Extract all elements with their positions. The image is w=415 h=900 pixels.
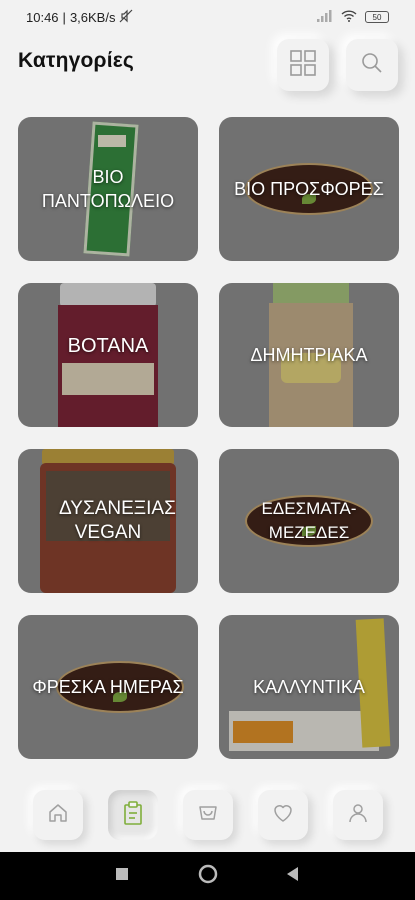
system-navigation-bar	[0, 852, 415, 900]
nav-profile-button[interactable]	[333, 790, 383, 840]
search-button[interactable]	[346, 39, 398, 91]
category-tile-edesmata-mezedes[interactable]: ΕΔΕΣΜΑΤΑ-ΜΕΖΕΔΕΣ	[219, 449, 399, 593]
battery-icon: 50	[365, 11, 389, 23]
category-tile-botana[interactable]: BOTANA	[18, 283, 198, 427]
category-label: ΔΗΜΗΤΡΙΑΚΑ	[250, 345, 368, 365]
status-time: 10:46	[26, 9, 59, 25]
categories-icon	[121, 800, 145, 831]
home-system-button[interactable]	[178, 852, 238, 900]
category-tile-bio-prosfores[interactable]: ΒΙΟ ΠΡΟΣΦΟΡΕΣ	[219, 117, 399, 261]
category-label: ΒΙΟ ΠΑΝΤΟΠΩΛΕΙΟ	[41, 167, 175, 211]
category-label: ΔΥΣΑΝΕΞΙΑΣ VEGAN	[59, 498, 176, 543]
category-tile-dysanexias-vegan[interactable]: ΔΥΣΑΝΕΞΙΑΣ VEGAN	[18, 449, 198, 593]
category-tile-kallyntika[interactable]: ΚΑΛΛΥΝΤΙΚΑ	[219, 615, 399, 759]
nav-categories-button[interactable]	[108, 790, 158, 840]
signal-icon	[317, 9, 333, 25]
grid-view-button[interactable]	[277, 39, 329, 91]
category-label: ΕΔΕΣΜΑΤΑ-ΜΕΖΕΔΕΣ	[261, 499, 357, 542]
nav-favorites-button[interactable]	[258, 790, 308, 840]
back-button[interactable]	[262, 852, 322, 900]
category-label: ΦΡΕΣΚΑ ΗΜΕΡΑΣ	[32, 677, 184, 697]
category-label: BOTANA	[67, 335, 149, 358]
cart-icon	[196, 801, 220, 830]
mute-icon	[119, 9, 133, 26]
status-bar: 10:46 | 3,6KB/s 50	[0, 0, 415, 34]
heart-icon	[271, 801, 295, 830]
category-tile-bio-pantopoleio[interactable]: ΒΙΟ ΠΑΝΤΟΠΩΛΕΙΟ	[18, 117, 198, 261]
status-separator: |	[62, 9, 66, 25]
status-left: 10:46 | 3,6KB/s	[26, 9, 133, 26]
wifi-icon	[341, 9, 357, 25]
user-icon	[346, 801, 370, 830]
app-header: Κατηγορίες	[0, 36, 415, 96]
bottom-navigation	[0, 778, 415, 852]
page-title: Κατηγορίες	[18, 49, 135, 72]
circle-icon	[198, 864, 218, 889]
square-icon	[115, 867, 129, 886]
category-label: ΒΙΟ ΠΡΟΣΦΟΡΕΣ	[234, 179, 384, 199]
grid-view-icon	[289, 49, 317, 82]
recent-apps-button[interactable]	[92, 852, 152, 900]
status-right: 50	[317, 9, 389, 25]
back-triangle-icon	[285, 866, 299, 887]
category-tile-freska-imeras[interactable]: ΦΡΕΣΚΑ ΗΜΕΡΑΣ	[18, 615, 198, 759]
category-tile-dimitriaka[interactable]: ΔΗΜΗΤΡΙΑΚΑ	[219, 283, 399, 427]
category-label: ΚΑΛΛΥΝΤΙΚΑ	[253, 677, 365, 697]
battery-level: 50	[372, 12, 382, 22]
home-icon	[46, 801, 70, 830]
status-network-speed: 3,6KB/s	[69, 9, 116, 25]
nav-home-button[interactable]	[33, 790, 83, 840]
search-icon	[360, 51, 384, 80]
nav-cart-button[interactable]	[183, 790, 233, 840]
